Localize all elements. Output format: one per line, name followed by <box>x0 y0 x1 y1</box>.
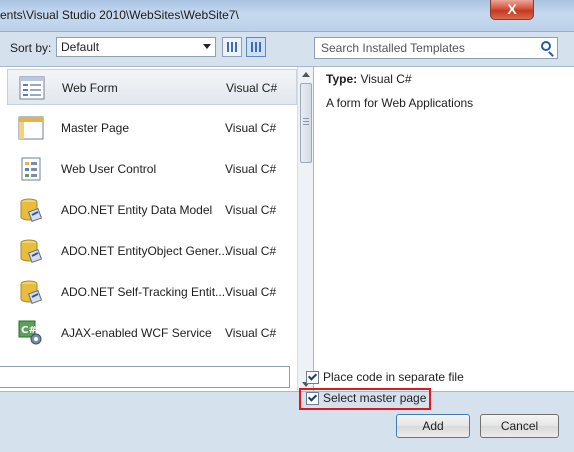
template-list[interactable]: Web Form Visual C# Master Page Visual C#… <box>0 66 314 392</box>
template-name: ADO.NET EntityObject Gener... <box>61 244 229 258</box>
template-details-panel: Type: Visual C# A form for Web Applicati… <box>314 66 574 392</box>
template-name: Master Page <box>61 121 130 135</box>
title-bar: ents\Visual Studio 2010\WebSites\WebSite… <box>0 0 574 32</box>
scroll-up-icon[interactable] <box>302 72 310 77</box>
template-name: Web User Control <box>61 162 157 176</box>
list-view-icon <box>251 42 261 52</box>
type-label: Type: <box>326 72 358 86</box>
type-value: Visual C# <box>360 72 412 86</box>
sort-by-label: Sort by: <box>10 41 52 55</box>
template-type: Type: Visual C# <box>326 72 412 86</box>
chevron-down-icon <box>203 44 211 49</box>
master-page-icon <box>18 116 44 140</box>
database-icon <box>20 280 43 305</box>
sort-by-dropdown[interactable]: Default <box>56 37 216 57</box>
separate-file-label: Place code in separate file <box>323 370 464 384</box>
template-language: Visual C# <box>225 244 277 258</box>
checkmark-icon <box>307 371 318 381</box>
database-icon <box>20 239 43 264</box>
separate-file-checkbox[interactable] <box>306 371 319 384</box>
window-title: ents\Visual Studio 2010\WebSites\WebSite… <box>0 8 239 22</box>
template-name: AJAX-enabled WCF Service <box>61 326 212 340</box>
list-item-ado-entityobject-generator[interactable]: ADO.NET EntityObject Gener... Visual C# <box>7 233 297 269</box>
template-language: Visual C# <box>225 203 277 217</box>
sort-by-value: Default <box>61 40 100 54</box>
template-name: Web Form <box>62 81 118 95</box>
close-button[interactable]: X <box>490 0 534 20</box>
list-item-web-user-control[interactable]: Web User Control Visual C# <box>7 151 297 187</box>
cancel-button[interactable]: Cancel <box>480 414 559 438</box>
database-icon <box>20 198 43 223</box>
list-item-web-form[interactable]: Web Form Visual C# <box>7 69 297 105</box>
close-icon: X <box>507 1 517 17</box>
name-input[interactable] <box>0 366 290 388</box>
highlight-box <box>299 388 431 410</box>
grid-view-icon <box>227 42 237 52</box>
add-new-item-dialog: Sort by: Default Search Installed Templa… <box>0 32 574 452</box>
template-name: ADO.NET Self-Tracking Entit... <box>61 285 226 299</box>
search-input[interactable]: Search Installed Templates <box>314 37 558 59</box>
template-name: ADO.NET Entity Data Model <box>61 203 213 217</box>
search-icon[interactable] <box>541 41 551 51</box>
template-language: Visual C# <box>225 326 277 340</box>
list-item-ado-self-tracking-entity[interactable]: ADO.NET Self-Tracking Entit... Visual C# <box>7 274 297 310</box>
add-button[interactable]: Add <box>396 414 470 438</box>
template-language: Visual C# <box>225 162 277 176</box>
small-icons-view-button[interactable] <box>246 37 266 57</box>
list-item-ado-entity-data-model[interactable]: ADO.NET Entity Data Model Visual C# <box>7 192 297 228</box>
medium-icons-view-button[interactable] <box>222 37 242 57</box>
template-language: Visual C# <box>225 121 277 135</box>
search-placeholder: Search Installed Templates <box>321 41 465 55</box>
web-form-icon <box>19 76 45 100</box>
list-item-master-page[interactable]: Master Page Visual C# <box>7 110 297 146</box>
user-control-icon <box>21 157 41 181</box>
template-language: Visual C# <box>225 285 277 299</box>
template-list-scrollbar[interactable] <box>297 67 313 391</box>
template-description: A form for Web Applications <box>326 96 474 110</box>
template-language: Visual C# <box>226 81 278 95</box>
list-item-ajax-wcf-service[interactable]: C# AJAX-enabled WCF Service Visual C# <box>7 315 297 351</box>
scrollbar-thumb[interactable] <box>300 83 312 163</box>
wcf-service-icon: C# <box>18 320 42 345</box>
